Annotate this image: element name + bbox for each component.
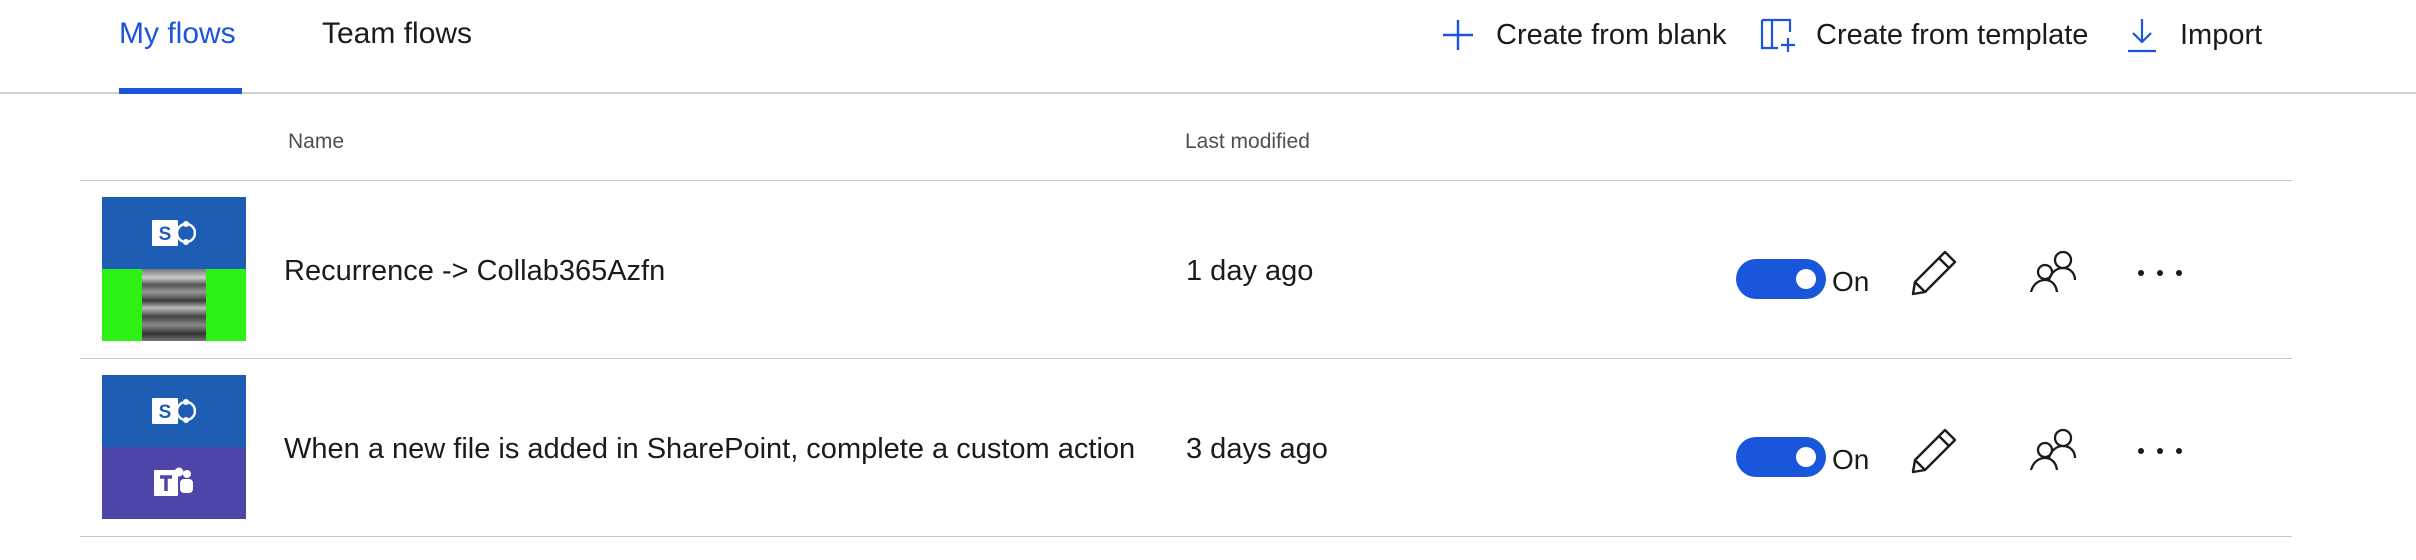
- recurrence-image: [102, 269, 246, 341]
- download-icon: [2124, 15, 2160, 55]
- active-tab-indicator: [119, 88, 242, 94]
- table-row[interactable]: S Recurrence -> Collab365Azfn 1 day ago …: [80, 181, 2292, 359]
- flow-status-label: On: [1832, 444, 1870, 475]
- edit-pencil-icon[interactable]: [1906, 423, 1962, 479]
- import-label: Import: [2180, 18, 2263, 51]
- flow-status-label: On: [1832, 266, 1870, 297]
- create-from-template-label: Create from template: [1816, 18, 2089, 51]
- toggle-knob: [1796, 447, 1816, 467]
- flow-name-link[interactable]: When a new file is added in SharePoint, …: [284, 429, 1135, 469]
- template-icon: [1760, 15, 1796, 55]
- flow-last-modified: 1 day ago: [1186, 255, 1314, 287]
- tab-my-flows-label: My flows: [119, 17, 236, 50]
- flow-last-modified: 3 days ago: [1186, 433, 1328, 465]
- share-users-icon[interactable]: [2026, 423, 2082, 479]
- import-button[interactable]: Import: [2124, 14, 2262, 56]
- tab-team-flows[interactable]: Team flows: [322, 14, 482, 92]
- tab-my-flows[interactable]: My flows: [119, 14, 242, 94]
- flow-name-link[interactable]: Recurrence -> Collab365Azfn: [284, 251, 665, 291]
- row-divider: [80, 536, 2292, 537]
- toggle-knob: [1796, 269, 1816, 289]
- flow-status-toggle[interactable]: [1736, 259, 1826, 299]
- flow-connector-thumbnail: S: [102, 375, 246, 519]
- tab-team-flows-label: Team flows: [322, 17, 473, 50]
- column-header-name[interactable]: Name: [288, 130, 344, 154]
- svg-text:S: S: [159, 224, 172, 245]
- teams-icon: [102, 447, 246, 519]
- create-from-template-button[interactable]: Create from template: [1760, 14, 2088, 56]
- flow-status-toggle[interactable]: [1736, 437, 1826, 477]
- create-from-blank-button[interactable]: Create from blank: [1440, 14, 1727, 56]
- flow-tabs-bar: My flows Team flows Create from blank Cr…: [0, 0, 2416, 94]
- create-from-blank-label: Create from blank: [1496, 18, 1727, 51]
- flow-connector-thumbnail: S: [102, 197, 246, 341]
- more-options-icon[interactable]: [2132, 423, 2188, 479]
- share-users-icon[interactable]: [2026, 245, 2082, 301]
- plus-icon: [1440, 15, 1476, 55]
- svg-text:S: S: [159, 402, 172, 423]
- table-row[interactable]: S When a new file is added in SharePoint…: [80, 359, 2292, 537]
- more-options-icon[interactable]: [2132, 245, 2188, 301]
- sharepoint-icon: S: [102, 375, 246, 447]
- column-header-last-modified[interactable]: Last modified: [1185, 130, 1310, 154]
- recurrence-photo-icon: [142, 269, 206, 341]
- sharepoint-icon: S: [102, 197, 246, 269]
- edit-pencil-icon[interactable]: [1906, 245, 1962, 301]
